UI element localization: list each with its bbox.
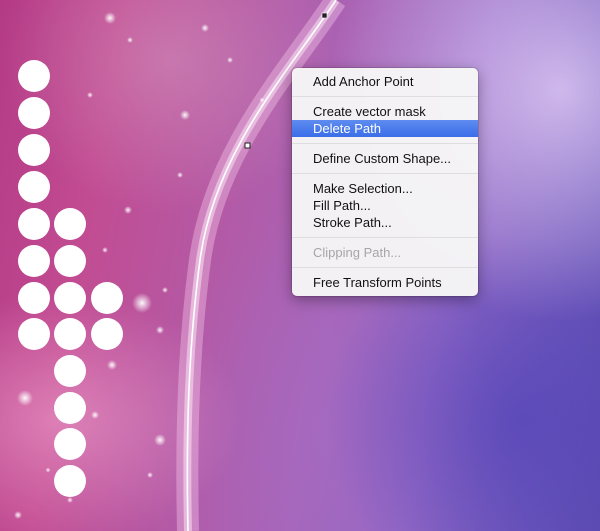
anchor-point-icon xyxy=(244,142,251,149)
white-circle-dot-icon xyxy=(18,134,50,166)
menu-item-define-custom-shape[interactable]: Define Custom Shape... xyxy=(292,150,478,167)
menu-separator xyxy=(292,173,478,174)
menu-item-make-selection[interactable]: Make Selection... xyxy=(292,180,478,197)
menu-separator xyxy=(292,237,478,238)
white-circle-dot-icon xyxy=(54,428,86,460)
white-circle-dot-icon xyxy=(54,392,86,424)
white-circle-dot-icon xyxy=(18,208,50,240)
menu-item-fill-path[interactable]: Fill Path... xyxy=(292,197,478,214)
anchor-point-icon xyxy=(321,12,328,19)
menu-separator xyxy=(292,143,478,144)
white-circle-dot-icon xyxy=(91,282,123,314)
path-context-menu: Add Anchor Point Create vector mask Dele… xyxy=(292,68,478,296)
menu-item-free-transform-points[interactable]: Free Transform Points xyxy=(292,274,478,291)
menu-item-add-anchor-point[interactable]: Add Anchor Point xyxy=(292,73,478,90)
white-circle-dot-icon xyxy=(91,318,123,350)
menu-item-stroke-path[interactable]: Stroke Path... xyxy=(292,214,478,231)
white-circle-dot-icon xyxy=(54,465,86,497)
white-circle-dot-icon xyxy=(18,60,50,92)
menu-item-delete-path[interactable]: Delete Path xyxy=(292,120,478,137)
white-circle-dot-icon xyxy=(54,245,86,277)
menu-separator xyxy=(292,96,478,97)
white-circle-dot-icon xyxy=(54,318,86,350)
menu-item-clipping-path: Clipping Path... xyxy=(313,245,402,260)
image-canvas[interactable]: Add Anchor Point Create vector mask Dele… xyxy=(0,0,600,531)
white-circle-dot-icon xyxy=(18,245,50,277)
white-circle-dot-icon xyxy=(54,282,86,314)
white-circle-dot-icon xyxy=(54,208,86,240)
white-circle-dot-icon xyxy=(18,282,50,314)
sparkles xyxy=(14,12,265,519)
white-circle-dot-icon xyxy=(18,171,50,203)
white-circle-dot-icon xyxy=(54,355,86,387)
white-circle-dot-icon xyxy=(18,97,50,129)
white-circle-dot-icon xyxy=(18,318,50,350)
menu-item-create-vector-mask[interactable]: Create vector mask xyxy=(292,103,478,120)
menu-separator xyxy=(292,267,478,268)
